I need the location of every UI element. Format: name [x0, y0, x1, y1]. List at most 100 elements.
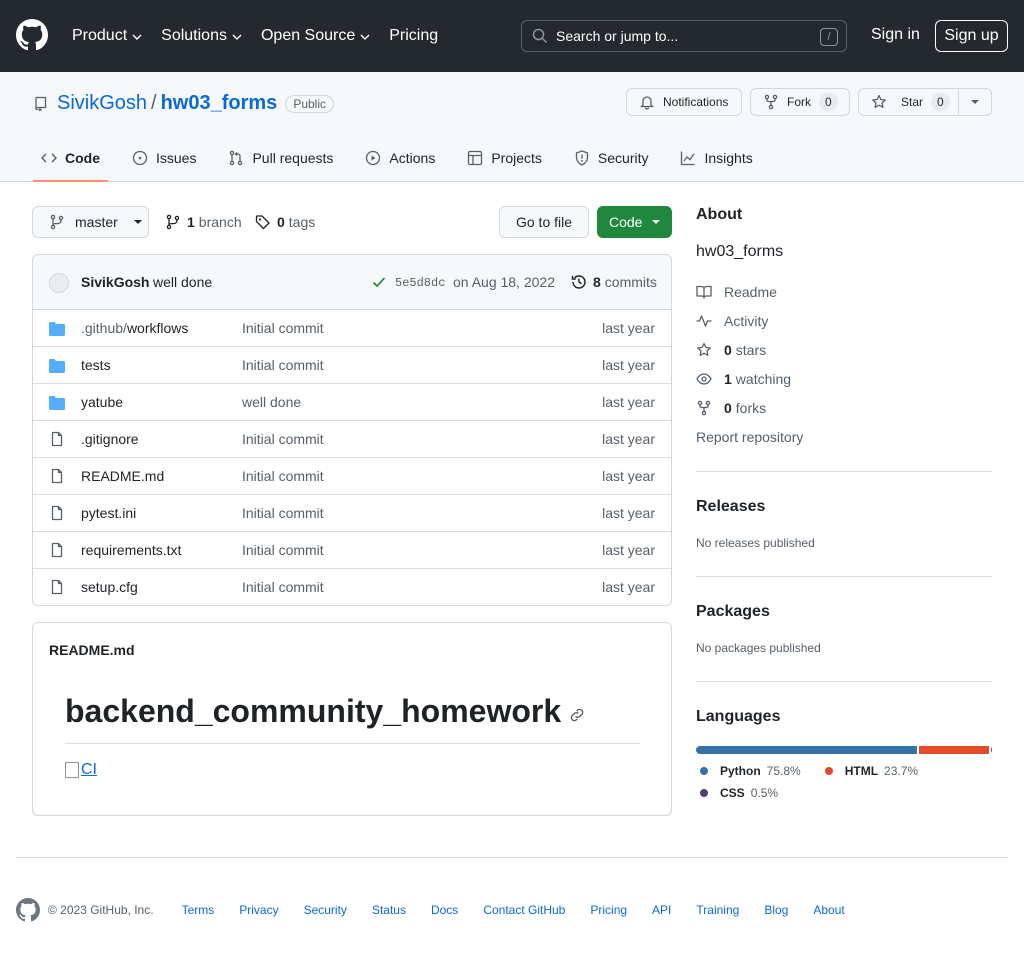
commit-sha-link[interactable]: 5e5d8dc: [395, 276, 445, 290]
file-icon: [49, 542, 65, 558]
github-footer-logo-icon[interactable]: [16, 898, 40, 922]
file-commit-message[interactable]: Initial commit: [242, 357, 324, 373]
footer-link-pricing[interactable]: Pricing: [590, 903, 627, 917]
footer-link-training[interactable]: Training: [696, 903, 739, 917]
file-age: last year: [602, 542, 655, 558]
activity-link[interactable]: Activity: [696, 306, 992, 335]
file-name-link[interactable]: requirements.txt: [81, 542, 181, 558]
section-divider: [696, 471, 992, 472]
nav-pricing[interactable]: Pricing: [389, 27, 438, 45]
language-item-css[interactable]: CSS 0.5%: [700, 786, 778, 800]
section-divider: [696, 681, 992, 682]
tag-count-label: tags: [288, 214, 316, 230]
notifications-button[interactable]: Notifications: [626, 88, 742, 116]
releases-title[interactable]: Releases: [696, 498, 992, 516]
file-name-link[interactable]: yatube: [81, 394, 123, 410]
link-icon[interactable]: [561, 701, 585, 723]
stars-link[interactable]: 0 stars: [696, 335, 992, 364]
code-icon: [41, 150, 65, 166]
forks-label: forks: [735, 399, 767, 416]
tags-link[interactable]: 0 tags: [255, 214, 315, 230]
watching-link[interactable]: 1 watching: [696, 364, 992, 393]
ci-badge-link[interactable]: CI: [65, 761, 97, 779]
language-name: HTML: [844, 764, 879, 778]
search-input[interactable]: Search or jump to... /: [521, 20, 847, 52]
file-icon: [49, 579, 65, 595]
code-dropdown-button[interactable]: Code: [597, 206, 672, 238]
footer-link-docs[interactable]: Docs: [431, 903, 458, 917]
check-icon[interactable]: [371, 274, 387, 290]
repo-name-link[interactable]: hw03_forms: [161, 92, 278, 115]
footer-link-blog[interactable]: Blog: [764, 903, 788, 917]
active-tab-indicator: [33, 180, 108, 182]
readme-title-link[interactable]: README.md: [49, 642, 135, 658]
nav-product[interactable]: Product: [72, 27, 143, 45]
language-name: CSS: [720, 786, 745, 800]
language-item-html[interactable]: HTML 23.7%: [824, 764, 918, 778]
heading-divider: [65, 743, 640, 744]
file-commit-message[interactable]: Initial commit: [242, 320, 324, 336]
file-name-link[interactable]: .github/workflows: [81, 320, 188, 336]
file-name-link[interactable]: setup.cfg: [81, 579, 138, 595]
branch-icon: [49, 214, 65, 230]
star-button[interactable]: Star 0: [859, 89, 960, 115]
commit-author-link[interactable]: SivikGosh: [81, 274, 149, 290]
tab-pull-requests[interactable]: Pull requests: [220, 138, 341, 178]
file-commit-message[interactable]: Initial commit: [242, 579, 324, 595]
forks-link[interactable]: 0 forks: [696, 393, 992, 422]
tab-pull-requests-label: Pull requests: [252, 150, 334, 166]
packages-title[interactable]: Packages: [696, 603, 992, 621]
report-repository-link[interactable]: Report repository: [696, 422, 992, 451]
go-to-file-button[interactable]: Go to file: [499, 206, 589, 238]
file-name-link[interactable]: pytest.ini: [81, 505, 136, 521]
file-commit-message[interactable]: Initial commit: [242, 431, 324, 447]
file-icon: [49, 431, 65, 447]
branch-select-button[interactable]: master: [32, 206, 149, 238]
file-name-link[interactable]: tests: [81, 357, 111, 373]
file-commit-message[interactable]: Initial commit: [242, 505, 324, 521]
avatar[interactable]: [49, 273, 69, 293]
footer-link-terms[interactable]: Terms: [182, 903, 215, 917]
file-name-link[interactable]: .gitignore: [81, 431, 139, 447]
fork-button[interactable]: Fork 0: [750, 88, 850, 116]
language-item-python[interactable]: Python 75.8%: [700, 764, 801, 778]
file-age: last year: [602, 505, 655, 521]
footer-link-api[interactable]: API: [652, 903, 671, 917]
languages-title: Languages: [696, 708, 781, 725]
tab-security[interactable]: Security: [566, 138, 657, 178]
play-icon: [365, 150, 389, 166]
chevron-down-icon: [231, 31, 243, 43]
commit-history-link[interactable]: 8 commits: [571, 274, 657, 290]
repo-tabs: Code Issues Pull requests Actions Projec…: [33, 138, 777, 182]
file-commit-message[interactable]: Initial commit: [242, 468, 324, 484]
branches-link[interactable]: 1 branch: [165, 214, 242, 230]
tab-insights[interactable]: Insights: [672, 138, 760, 178]
footer-link-security[interactable]: Security: [304, 903, 347, 917]
sign-up-button[interactable]: Sign up: [935, 20, 1008, 52]
footer-link-privacy[interactable]: Privacy: [239, 903, 278, 917]
tab-actions[interactable]: Actions: [357, 138, 443, 178]
star-dropdown-button[interactable]: [959, 89, 991, 115]
file-name-link[interactable]: README.md: [81, 468, 164, 484]
file-commit-message[interactable]: Initial commit: [242, 542, 324, 558]
site-footer: © 2023 GitHub, Inc. Terms Privacy Securi…: [16, 898, 870, 922]
file-row: .gitignore Initial commit last year: [33, 421, 671, 458]
tab-issues[interactable]: Issues: [124, 138, 204, 178]
file-row: README.md Initial commit last year: [33, 458, 671, 495]
sign-in-link[interactable]: Sign in: [871, 26, 920, 44]
code-button-label: Code: [609, 214, 643, 230]
repo-description: hw03_forms: [696, 243, 784, 260]
tab-projects[interactable]: Projects: [459, 138, 550, 178]
nav-solutions[interactable]: Solutions: [161, 27, 243, 45]
repo-owner-link[interactable]: SivikGosh: [57, 92, 147, 115]
footer-link-about[interactable]: About: [813, 903, 844, 917]
github-logo-icon[interactable]: [16, 19, 48, 51]
tab-code[interactable]: Code: [33, 138, 108, 178]
language-bar-segment: [696, 746, 918, 754]
nav-open-source[interactable]: Open Source: [261, 27, 371, 45]
footer-link-contact[interactable]: Contact GitHub: [483, 903, 565, 917]
footer-link-status[interactable]: Status: [372, 903, 406, 917]
file-commit-message[interactable]: well done: [242, 394, 301, 410]
readme-link[interactable]: Readme: [696, 277, 992, 306]
commit-message-link[interactable]: well done: [153, 274, 212, 290]
